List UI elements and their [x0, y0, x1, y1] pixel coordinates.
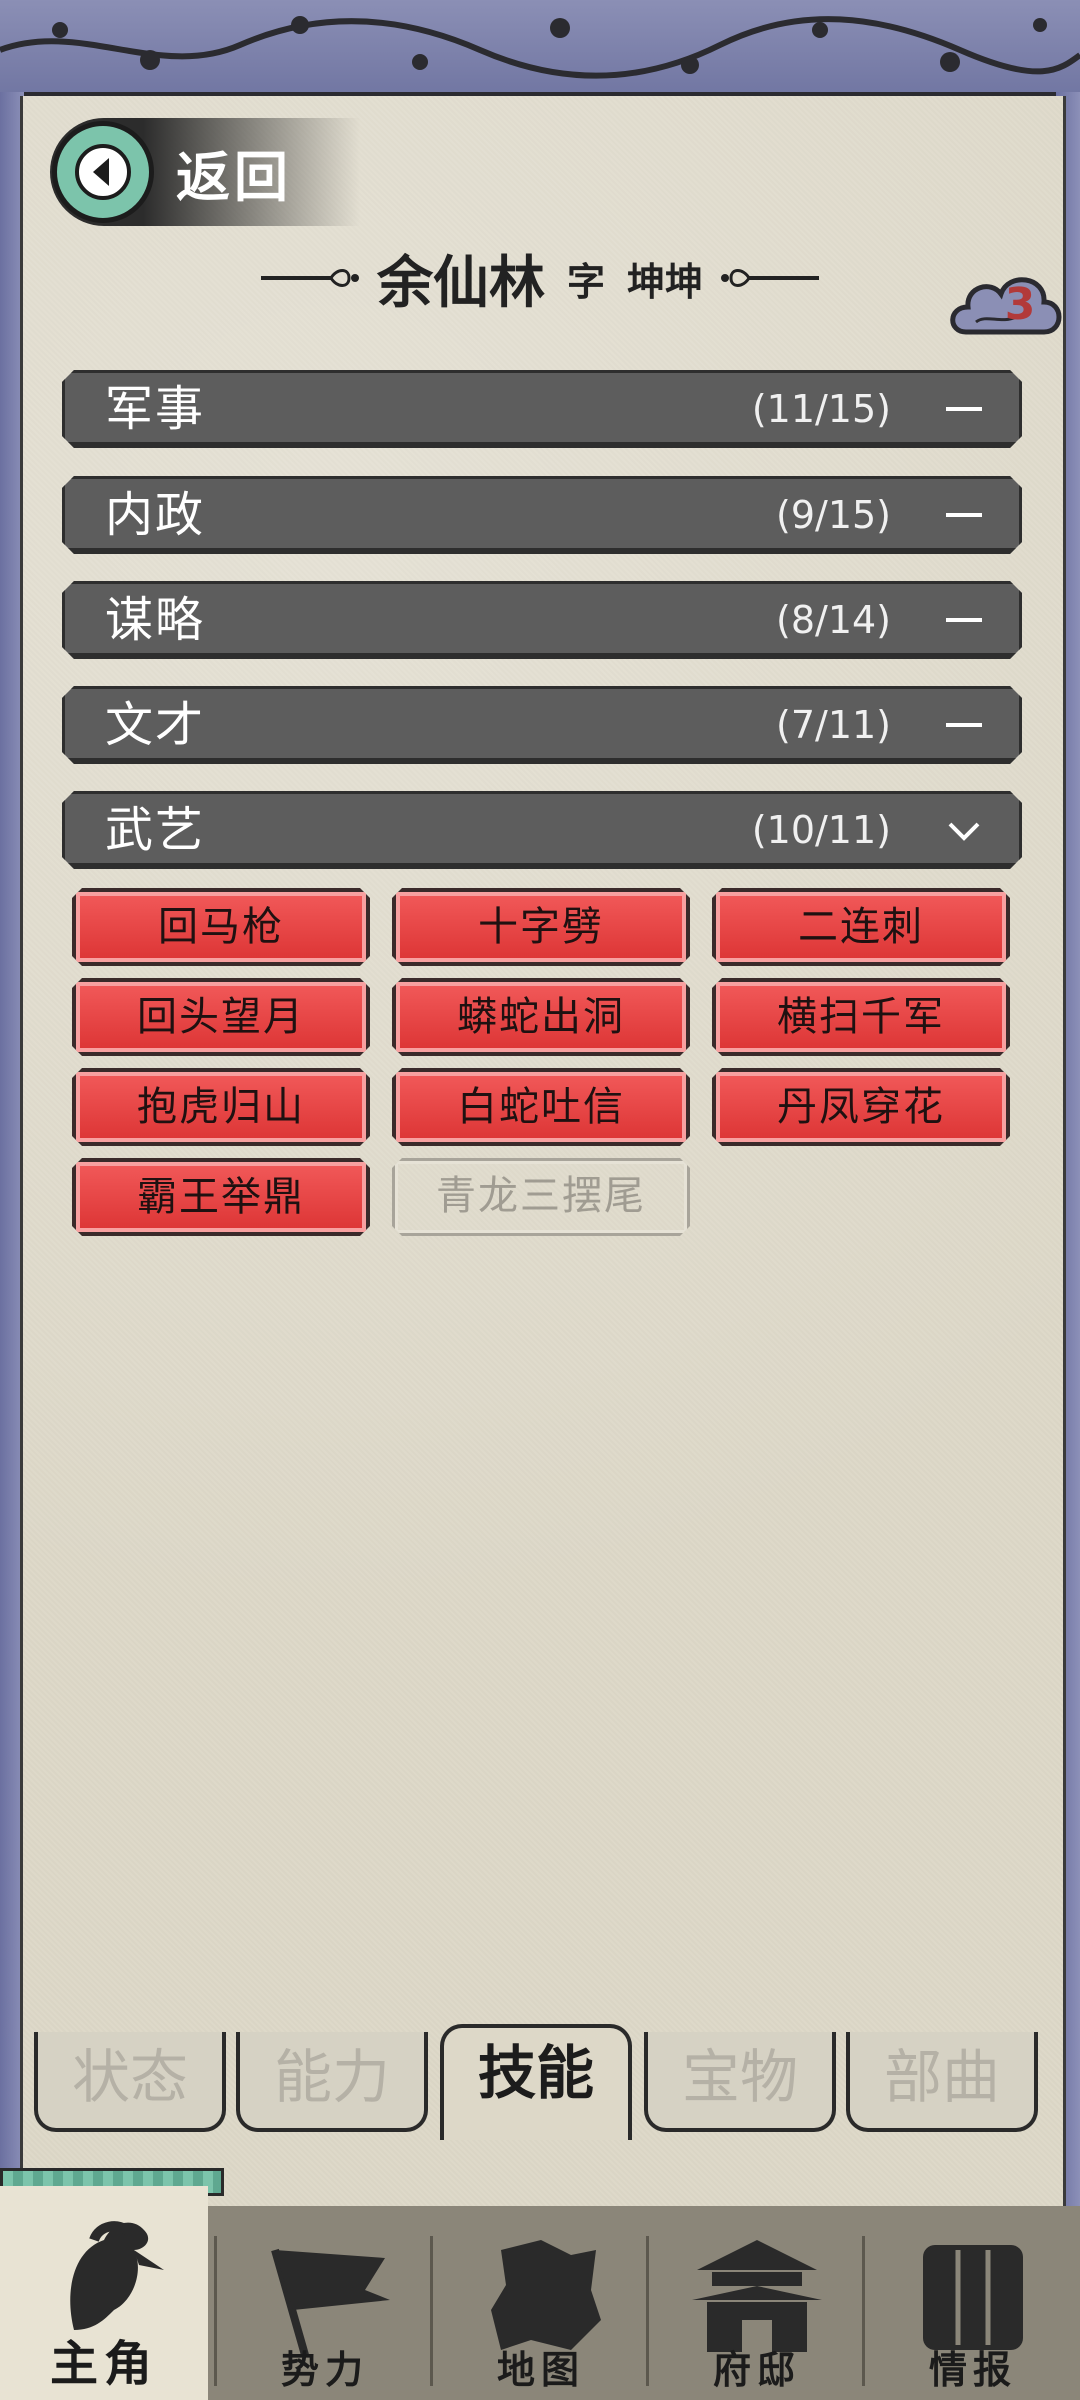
- category-2[interactable]: 谋略 (8/14): [62, 581, 1022, 659]
- minus-icon: [939, 373, 989, 445]
- skill-button[interactable]: 霸王举鼎: [72, 1158, 370, 1236]
- skill-button[interactable]: 白蛇吐信: [392, 1068, 690, 1146]
- nav-separator: [862, 2236, 865, 2386]
- skill-button[interactable]: 丹凤穿花: [712, 1068, 1010, 1146]
- nav-separator: [214, 2236, 217, 2386]
- tab-bar: 状态 能力 技能 宝物 部曲: [30, 2024, 1050, 2140]
- category-name: 谋略: [105, 592, 206, 648]
- character-name-row: 余仙林 字 坤坤: [240, 238, 840, 318]
- top-decorative-border: [0, 0, 1080, 98]
- nav-flag[interactable]: 势力: [218, 2206, 432, 2400]
- category-name: 文才: [105, 697, 206, 753]
- category-name: 内政: [105, 487, 206, 543]
- minus-icon: [939, 689, 989, 761]
- nav-palace[interactable]: 府邸: [650, 2206, 864, 2400]
- tab-2[interactable]: 技能: [440, 2024, 632, 2140]
- tab-4[interactable]: 部曲: [846, 2032, 1038, 2132]
- ornament-right-icon: [721, 269, 820, 287]
- category-count: (10/11): [751, 808, 891, 852]
- nav-label: 地图: [496, 2348, 585, 2392]
- back-button[interactable]: 返回: [50, 118, 360, 226]
- skill-button[interactable]: 青龙三摆尾: [392, 1158, 690, 1236]
- category-name: 武艺: [105, 802, 206, 858]
- category-3[interactable]: 文才 (7/11): [62, 686, 1022, 764]
- skill-button[interactable]: 回马枪: [72, 888, 370, 966]
- category-count: (7/11): [776, 703, 891, 747]
- nav-separator: [430, 2236, 433, 2386]
- skill-button[interactable]: 二连刺: [712, 888, 1010, 966]
- nav-separator: [646, 2236, 649, 2386]
- nav-warrior-head[interactable]: 主角: [0, 2186, 208, 2400]
- badge-count: 3: [1004, 279, 1036, 330]
- nav-scroll[interactable]: 情报: [866, 2206, 1080, 2400]
- skill-button[interactable]: 回头望月: [72, 978, 370, 1056]
- nav-label: 府邸: [712, 2348, 801, 2392]
- floral-pattern: [0, 16, 1080, 79]
- category-name: 军事: [105, 381, 206, 437]
- courtesy-name: 坤坤: [627, 259, 704, 304]
- courtesy-label: 字: [566, 259, 605, 304]
- skill-button[interactable]: 抱虎归山: [72, 1068, 370, 1146]
- character-name: 余仙林: [376, 249, 545, 316]
- tab-3[interactable]: 宝物: [644, 2032, 836, 2132]
- category-count: (8/14): [776, 598, 891, 642]
- skill-button[interactable]: 横扫千军: [712, 978, 1010, 1056]
- bottom-nav: 主角 势力 地图 府邸 情报: [0, 2186, 1080, 2400]
- category-count: (9/15): [776, 493, 891, 537]
- nav-label: 情报: [928, 2348, 1017, 2392]
- nav-map[interactable]: 地图: [434, 2206, 648, 2400]
- skill-button[interactable]: 十字劈: [392, 888, 690, 966]
- nav-label: 势力: [280, 2348, 369, 2392]
- category-1[interactable]: 内政 (9/15): [62, 476, 1022, 554]
- category-count: (11/15): [751, 387, 891, 431]
- tab-0[interactable]: 状态: [34, 2032, 226, 2132]
- minus-icon: [939, 584, 989, 656]
- back-label: 返回: [176, 145, 292, 209]
- minus-icon: [939, 479, 989, 551]
- category-0[interactable]: 军事 (11/15): [62, 370, 1022, 448]
- chevron-down-icon: [939, 794, 989, 866]
- tab-1[interactable]: 能力: [236, 2032, 428, 2132]
- skill-button[interactable]: 蟒蛇出洞: [392, 978, 690, 1056]
- ornament-left-icon: [260, 269, 359, 287]
- category-4[interactable]: 武艺 (10/11): [62, 791, 1022, 869]
- nav-label: 主角: [49, 2336, 158, 2392]
- back-arrow-icon: [52, 121, 154, 223]
